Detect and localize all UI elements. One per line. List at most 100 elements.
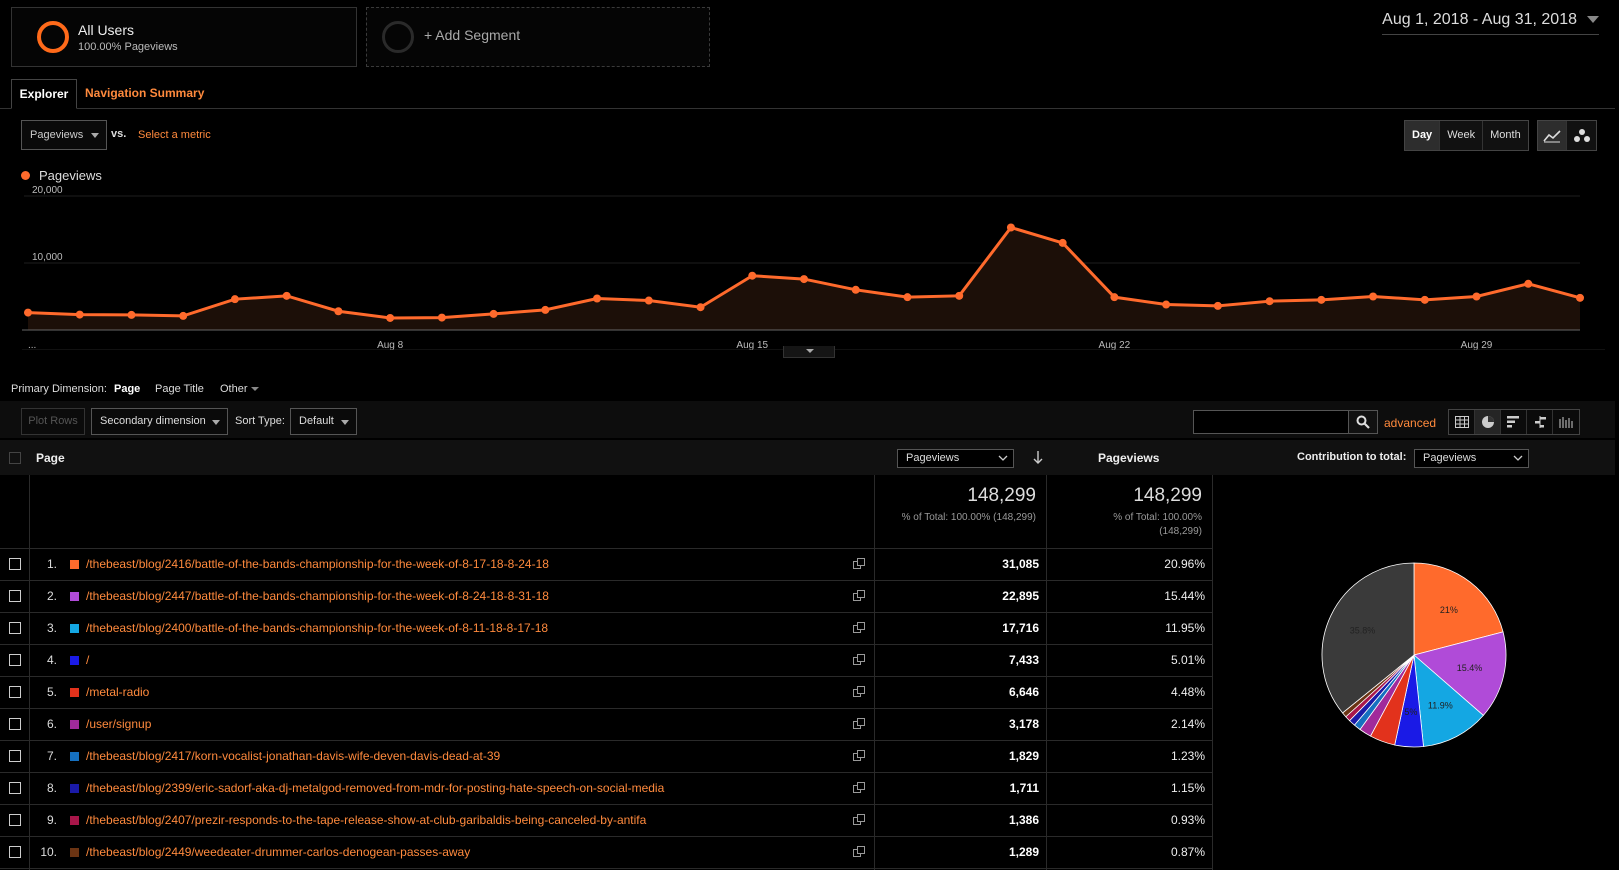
chevron-down-icon	[341, 419, 349, 425]
row-checkbox[interactable]	[9, 814, 21, 826]
row-checkbox[interactable]	[9, 686, 21, 698]
pageviews-trend-chart: 20,000 10,000... Aug 8 Aug 15 Aug 22 Aug 29	[22, 185, 1605, 350]
contribution-select[interactable]: Pageviews	[1414, 449, 1529, 468]
sort-type-select[interactable]: Default	[290, 408, 357, 435]
pie-slice-label: 11.9%	[1428, 701, 1453, 711]
segment-all-users[interactable]: All Users 100.00% Pageviews	[11, 7, 357, 67]
secondary-dimension-label: Secondary dimension	[100, 415, 206, 427]
table-row: 3. /thebeast/blog/2400/battle-of-the-band…	[0, 612, 1212, 644]
data-point	[696, 303, 705, 312]
chevron-down-icon	[212, 419, 220, 425]
tab-explorer[interactable]: Explorer	[11, 79, 77, 109]
tab-navigation-summary[interactable]: Navigation Summary	[85, 79, 204, 109]
dimension-other-label: Other	[220, 383, 248, 395]
week-button[interactable]: Week	[1440, 121, 1484, 150]
open-page-icon[interactable]	[853, 782, 865, 793]
open-page-icon[interactable]	[853, 686, 865, 697]
data-table-view-icon[interactable]	[1449, 410, 1475, 434]
select-metric-link[interactable]: Select a metric	[138, 129, 211, 141]
date-range-picker[interactable]: Aug 1, 2018 - Aug 31, 2018	[1382, 11, 1599, 35]
add-segment-button[interactable]: + Add Segment	[366, 7, 710, 67]
x-tick-label: ...	[28, 340, 36, 350]
row-page-link[interactable]: /metal-radio	[86, 685, 149, 699]
row-page-link[interactable]: /thebeast/blog/2400/battle-of-the-bands-…	[86, 621, 548, 635]
row-checkbox[interactable]	[9, 846, 21, 858]
column-header-pageviews[interactable]: Pageviews	[1098, 451, 1159, 465]
metric-column-select[interactable]: Pageviews	[897, 449, 1014, 468]
segment-ring-icon	[37, 21, 69, 53]
row-page-link[interactable]: /thebeast/blog/2449/weedeater-drummer-ca…	[86, 845, 470, 859]
contribution-select-value: Pageviews	[1423, 452, 1477, 464]
select-all-checkbox[interactable]	[9, 452, 21, 464]
open-page-icon[interactable]	[853, 558, 865, 569]
row-checkbox[interactable]	[9, 718, 21, 730]
row-page-link[interactable]: /	[86, 653, 89, 667]
metric-select[interactable]: Pageviews	[21, 120, 107, 150]
row-checkbox[interactable]	[9, 750, 21, 762]
chart-collapse-handle[interactable]	[783, 346, 835, 358]
line-chart-icon[interactable]	[1538, 121, 1567, 150]
open-page-icon[interactable]	[853, 654, 865, 665]
row-page-link[interactable]: /user/signup	[86, 717, 151, 731]
motion-chart-icon[interactable]	[1567, 121, 1596, 150]
table-row: 1. /thebeast/blog/2416/battle-of-the-band…	[0, 548, 1212, 580]
add-segment-label: + Add Segment	[424, 27, 521, 43]
plot-rows-button[interactable]: Plot Rows	[21, 408, 85, 435]
table-view-toggle	[1448, 409, 1580, 435]
open-page-icon[interactable]	[853, 718, 865, 729]
data-point	[179, 311, 188, 320]
open-page-icon[interactable]	[853, 590, 865, 601]
pie-chart-view-icon[interactable]	[1475, 410, 1501, 434]
date-range-label: Aug 1, 2018 - Aug 31, 2018	[1382, 11, 1577, 28]
data-point	[955, 291, 964, 300]
row-color-swatch	[70, 624, 79, 633]
x-tick-label: Aug 15	[736, 340, 768, 350]
row-page-link[interactable]: /thebeast/blog/2399/eric-sadorf-aka-dj-m…	[86, 781, 664, 795]
term-cloud-view-icon[interactable]	[1553, 410, 1579, 434]
table-row: 9. /thebeast/blog/2407/prezir-responds-to…	[0, 804, 1212, 836]
row-pageviews: 22,895	[1002, 589, 1039, 603]
contribution-pie-chart: 21% 15.4% 11.9% 5% 35.8%	[1321, 562, 1507, 748]
dimension-page-title[interactable]: Page Title	[155, 383, 204, 395]
comparison-view-icon[interactable]	[1527, 410, 1553, 434]
data-point	[644, 296, 653, 305]
row-pageviews: 3,178	[1008, 717, 1039, 731]
row-checkbox[interactable]	[9, 654, 21, 666]
open-page-icon[interactable]	[853, 814, 865, 825]
open-page-icon[interactable]	[853, 622, 865, 633]
row-checkbox[interactable]	[9, 782, 21, 794]
row-page-link[interactable]: /thebeast/blog/2416/battle-of-the-bands-…	[86, 557, 549, 571]
month-button[interactable]: Month	[1483, 121, 1528, 150]
table-row: 10. /thebeast/blog/2449/weedeater-drummer…	[0, 836, 1212, 868]
dimension-other[interactable]: Other	[220, 383, 259, 395]
table-row: 4. / 7,433 5.01%	[0, 644, 1212, 676]
performance-view-icon[interactable]	[1501, 410, 1527, 434]
dimension-page[interactable]: Page	[114, 383, 140, 395]
search-icon[interactable]	[1348, 410, 1378, 434]
row-checkbox[interactable]	[9, 558, 21, 570]
row-page-link[interactable]: /thebeast/blog/2417/korn-vocalist-jonath…	[86, 749, 500, 763]
row-page-link[interactable]: /thebeast/blog/2407/prezir-responds-to-t…	[86, 813, 646, 827]
row-index: 7.	[46, 749, 57, 763]
data-point	[230, 295, 239, 304]
row-color-swatch	[70, 560, 79, 569]
sort-descending-icon[interactable]	[1032, 450, 1044, 465]
secondary-dimension-select[interactable]: Secondary dimension	[91, 408, 228, 435]
row-pageviews: 7,433	[1008, 653, 1039, 667]
row-checkbox[interactable]	[9, 590, 21, 602]
data-point	[127, 310, 136, 319]
tabs-divider	[0, 108, 1615, 109]
chevron-down-icon	[1513, 455, 1523, 461]
row-checkbox[interactable]	[9, 622, 21, 634]
empty-segment-ring-icon	[382, 21, 414, 53]
totals-contribution: 148,299 % of Total: 100.00% (148,299)	[1046, 475, 1212, 549]
day-button[interactable]: Day	[1405, 121, 1441, 150]
metric-column-select-value: Pageviews	[906, 452, 960, 464]
row-color-swatch	[70, 688, 79, 697]
advanced-filter-link[interactable]: advanced	[1384, 416, 1436, 430]
row-page-link[interactable]: /thebeast/blog/2447/battle-of-the-bands-…	[86, 589, 549, 603]
column-header-page[interactable]: Page	[36, 451, 65, 465]
data-point	[1006, 223, 1015, 232]
open-page-icon[interactable]	[853, 750, 865, 761]
open-page-icon[interactable]	[853, 846, 865, 857]
